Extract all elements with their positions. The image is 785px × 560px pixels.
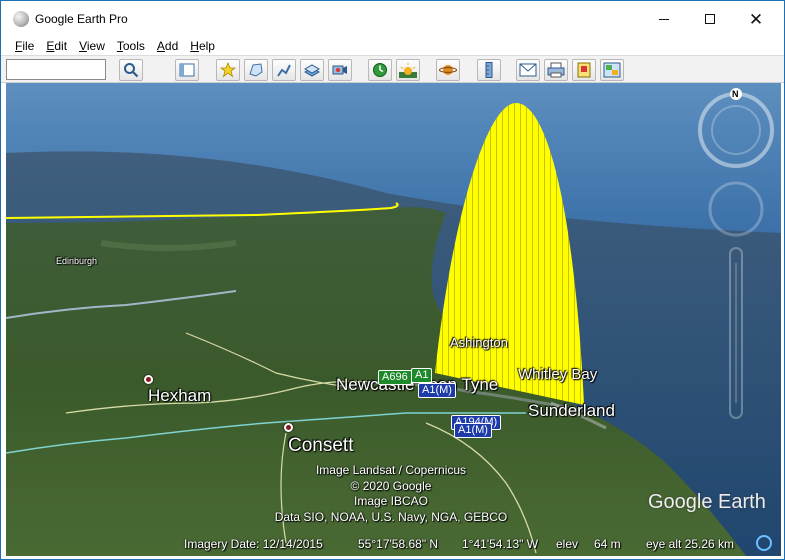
- historical-imagery-button[interactable]: [368, 59, 392, 81]
- window-title: Google Earth Pro: [35, 12, 128, 26]
- credit-line: © 2020 Google: [350, 478, 432, 493]
- view-in-maps-button[interactable]: [600, 59, 624, 81]
- toolbar: [1, 55, 784, 83]
- place-label-edinburgh: Edinburgh: [56, 256, 98, 266]
- save-image-icon: [577, 62, 591, 78]
- eye-altitude: eye alt 25.26 km: [646, 537, 735, 551]
- road-shield-a696: A696: [378, 370, 412, 385]
- elevation-label: elev: [556, 537, 579, 551]
- google-earth-logo: Google Earth: [648, 491, 766, 513]
- record-tour-icon: [332, 65, 347, 75]
- close-button[interactable]: ✕: [733, 1, 779, 37]
- menu-file[interactable]: File: [9, 39, 40, 53]
- add-polygon-button[interactable]: [244, 59, 268, 81]
- record-tour-button[interactable]: [328, 59, 352, 81]
- search-input[interactable]: [6, 59, 106, 80]
- earth-3d-view[interactable]: N Edinburgh Hexham Consett Newcastle upo…: [6, 83, 781, 556]
- email-icon: [519, 63, 537, 77]
- streaming-status-icon: [756, 535, 772, 551]
- road-shield-a1m-north: A1(M): [418, 383, 456, 398]
- polygon-icon: [249, 63, 263, 77]
- sunlight-icon: [399, 63, 417, 78]
- sidebar-toggle-button[interactable]: [175, 59, 199, 81]
- sunlight-button[interactable]: [396, 59, 420, 81]
- elevation-value: 64 m: [594, 537, 621, 551]
- search-icon: [124, 63, 139, 78]
- add-path-button[interactable]: [272, 59, 296, 81]
- maximize-button[interactable]: [687, 1, 733, 37]
- compass-north-label: N: [732, 89, 739, 99]
- navigation-controls-graphic: [698, 88, 774, 419]
- planets-icon: [439, 65, 457, 75]
- print-icon: [547, 62, 565, 78]
- save-image-button[interactable]: [572, 59, 596, 81]
- place-label-hexham[interactable]: Hexham: [148, 386, 211, 406]
- close-icon: ✕: [748, 9, 764, 29]
- place-label-consett[interactable]: Consett: [288, 435, 353, 457]
- imagery-date: Imagery Date: 12/14/2015: [184, 537, 323, 551]
- image-overlay-icon: [304, 64, 320, 77]
- title-bar: Google Earth Pro ✕: [1, 1, 784, 37]
- sidebar-icon: [179, 63, 195, 77]
- credit-line: Data SIO, NOAA, U.S. Navy, NGA, GEBCO: [274, 509, 508, 524]
- road-shield-a1m-south: A1(M): [454, 423, 492, 438]
- historical-imagery-icon: [373, 63, 387, 77]
- longitude-readout: 1°41'54.13" W: [462, 537, 539, 551]
- place-label-sunderland[interactable]: Sunderland: [528, 401, 615, 421]
- place-label-whitley-bay[interactable]: Whitley Bay: [518, 366, 597, 383]
- add-image-overlay-button[interactable]: [300, 59, 324, 81]
- email-button[interactable]: [516, 59, 540, 81]
- credit-line: Image Landsat / Copernicus: [315, 463, 467, 477]
- path-icon: [277, 64, 291, 77]
- add-placemark-button[interactable]: [216, 59, 240, 81]
- google-earth-window: Google Earth Pro ✕ File Edit View Tools …: [0, 0, 785, 560]
- ruler-icon: [485, 62, 493, 78]
- status-bar: Imagery Date: 12/14/2015 55°17'58.68" N …: [6, 535, 781, 556]
- menu-add[interactable]: Add: [151, 39, 184, 53]
- minimize-icon: [659, 18, 669, 20]
- road-shield-a1: A1: [411, 368, 433, 383]
- city-marker-hexham[interactable]: [144, 375, 153, 384]
- placemark-icon: [220, 62, 236, 78]
- navigation-controls: N: [696, 83, 781, 423]
- place-label-ashington[interactable]: Ashington: [450, 335, 508, 350]
- minimize-button[interactable]: [641, 1, 687, 37]
- maximize-icon: [705, 14, 715, 24]
- menu-bar: File Edit View Tools Add Help: [1, 37, 784, 55]
- google-earth-app-icon: [13, 11, 29, 27]
- latitude-readout: 55°17'58.68" N: [358, 537, 439, 551]
- menu-edit[interactable]: Edit: [40, 39, 73, 53]
- print-button[interactable]: [544, 59, 568, 81]
- menu-tools[interactable]: Tools: [111, 39, 151, 53]
- city-marker-consett[interactable]: [284, 423, 293, 432]
- credit-line: Image IBCAO: [353, 494, 429, 508]
- search-button[interactable]: [119, 59, 143, 81]
- maps-icon: [603, 62, 621, 78]
- planets-button[interactable]: [436, 59, 460, 81]
- menu-help[interactable]: Help: [184, 39, 221, 53]
- imagery-credits: Image Landsat / Copernicus © 2020 Google…: [256, 463, 526, 525]
- ruler-button[interactable]: [477, 59, 501, 81]
- menu-view[interactable]: View: [73, 39, 111, 53]
